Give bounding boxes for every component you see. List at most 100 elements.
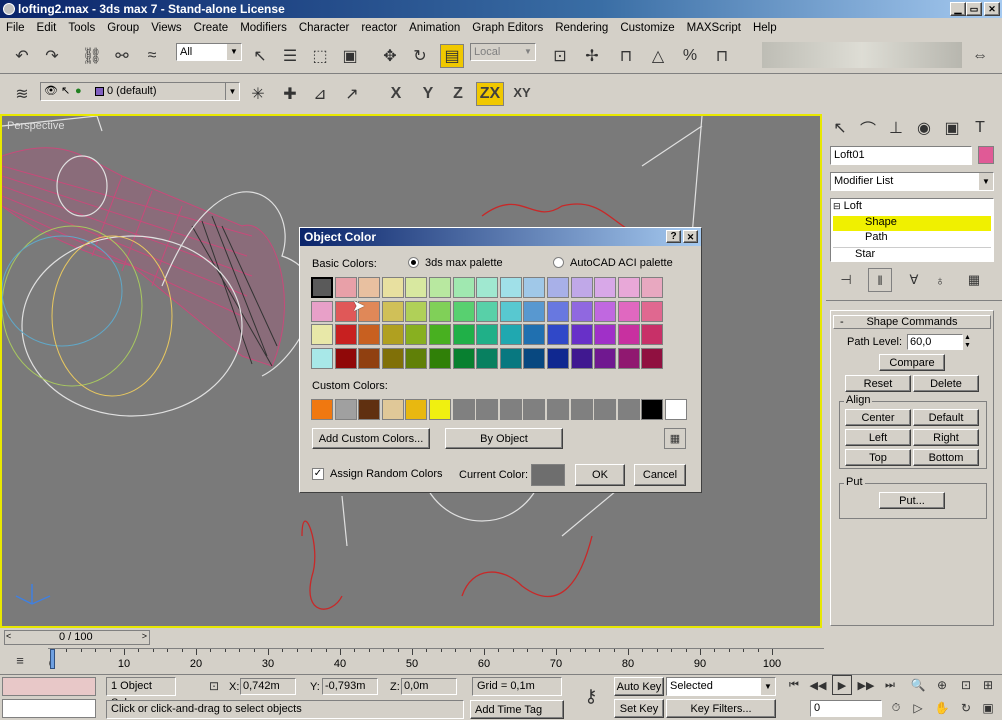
create-tab-icon[interactable]: ↖ xyxy=(828,116,852,140)
reference-coordinate-dropdown[interactable]: Local ▼ xyxy=(470,43,536,61)
scale-icon[interactable]: ▤ xyxy=(440,44,464,68)
object-name-field[interactable]: Loft01 xyxy=(830,146,972,165)
top-button[interactable]: Top xyxy=(845,449,911,466)
basic-color-swatch[interactable] xyxy=(617,347,640,369)
minimize-button[interactable]: ▁ xyxy=(950,2,966,16)
color-picker-icon[interactable]: ▦ xyxy=(664,428,686,449)
rotate-icon[interactable]: ↻ xyxy=(408,44,432,68)
unlink-icon[interactable]: ⚯ xyxy=(110,44,134,68)
stack-item-star[interactable]: Star xyxy=(833,247,991,262)
dialog-close-button[interactable]: ✕ xyxy=(683,230,698,243)
basic-color-swatch[interactable] xyxy=(452,347,475,369)
basic-color-swatch[interactable] xyxy=(334,324,357,345)
basic-color-swatch[interactable] xyxy=(617,277,640,298)
selection-filter-dropdown[interactable]: All ▼ xyxy=(176,43,242,61)
stack-item-path[interactable]: Path xyxy=(833,231,991,246)
set-key-button[interactable]: Set Key xyxy=(614,699,664,718)
menu-tools[interactable]: Tools xyxy=(62,22,101,34)
menu-help[interactable]: Help xyxy=(747,22,783,34)
time-config-icon[interactable]: ⏱ xyxy=(886,698,906,718)
mirror-icon[interactable]: ⇔ xyxy=(968,44,992,68)
key-icon[interactable]: ⚷ xyxy=(576,684,606,708)
basic-color-swatch[interactable] xyxy=(311,324,333,345)
basic-color-swatch[interactable] xyxy=(570,277,593,298)
go-to-start-icon[interactable]: ⏮ xyxy=(784,675,804,695)
basic-color-swatch[interactable] xyxy=(476,324,499,345)
display-tab-icon[interactable]: ▣ xyxy=(940,116,964,140)
basic-color-swatch[interactable] xyxy=(641,347,664,369)
select-by-name-icon[interactable]: ☰ xyxy=(278,44,302,68)
basic-color-swatch[interactable] xyxy=(570,300,593,322)
zoom-extents-all-icon[interactable]: ⊞ xyxy=(978,675,998,695)
maximize-viewport-icon[interactable]: ▣ xyxy=(978,698,998,718)
basic-color-swatch[interactable] xyxy=(617,300,640,322)
zoom-all-icon[interactable]: ⊕ xyxy=(932,675,952,695)
basic-color-swatch[interactable] xyxy=(476,277,499,298)
percent-snap-icon[interactable]: % xyxy=(678,44,702,68)
maxscript-listener[interactable] xyxy=(2,677,96,696)
custom-color-swatch[interactable] xyxy=(547,399,569,420)
basic-color-swatch[interactable] xyxy=(358,324,381,345)
basic-color-swatch[interactable] xyxy=(499,277,522,298)
bind-space-warp-icon[interactable]: ≈ xyxy=(140,44,164,68)
select-link-icon[interactable]: ⛓ xyxy=(80,44,104,68)
create-layer-icon[interactable]: ✳ xyxy=(246,82,270,106)
basic-color-swatch[interactable] xyxy=(381,277,404,298)
basic-color-swatch[interactable] xyxy=(429,324,451,345)
basic-color-swatch[interactable] xyxy=(334,347,357,369)
basic-color-swatch[interactable] xyxy=(547,347,569,369)
play-icon[interactable]: ▶ xyxy=(832,675,852,695)
redo-icon[interactable]: ↷ xyxy=(40,44,64,68)
default-button[interactable]: Default xyxy=(913,409,979,426)
axis-x-button[interactable]: X xyxy=(384,82,408,106)
snap-3d-icon[interactable]: ⊓ xyxy=(614,44,638,68)
basic-color-swatch[interactable] xyxy=(405,300,428,322)
add-time-tag-button[interactable]: Add Time Tag xyxy=(470,700,564,719)
arc-rotate-icon[interactable]: ↻ xyxy=(956,698,976,718)
basic-color-swatch[interactable] xyxy=(358,347,381,369)
center-button[interactable]: Center xyxy=(845,409,911,426)
basic-color-swatch[interactable] xyxy=(405,277,428,298)
current-frame-field[interactable]: 0 xyxy=(810,700,882,717)
basic-color-swatch[interactable] xyxy=(523,347,546,369)
basic-color-swatch[interactable] xyxy=(499,324,522,345)
x-coordinate-field[interactable]: 0,742m xyxy=(240,678,296,695)
modifier-list-dropdown[interactable]: Modifier List ▼ xyxy=(830,172,994,191)
custom-color-swatch[interactable] xyxy=(358,399,381,420)
reset-button[interactable]: Reset xyxy=(845,375,911,392)
basic-color-swatch[interactable] xyxy=(594,347,617,369)
basic-color-swatch[interactable] xyxy=(641,324,664,345)
add-to-layer-icon[interactable]: ✚ xyxy=(278,82,302,106)
custom-color-swatch[interactable] xyxy=(429,399,451,420)
basic-color-swatch[interactable] xyxy=(311,347,333,369)
custom-color-swatch[interactable] xyxy=(665,399,687,420)
pan-icon[interactable]: ✋ xyxy=(932,698,952,718)
configure-sets-icon[interactable]: ▦ xyxy=(962,268,986,292)
basic-color-swatch[interactable] xyxy=(452,277,475,298)
basic-color-swatch[interactable] xyxy=(429,277,451,298)
hierarchy-tab-icon[interactable]: ⊥ xyxy=(884,116,908,140)
basic-color-swatch[interactable] xyxy=(311,300,333,322)
help-button[interactable]: ? xyxy=(666,230,681,243)
basic-color-swatch[interactable] xyxy=(381,347,404,369)
key-filters-button[interactable]: Key Filters... xyxy=(666,699,776,718)
basic-color-swatch[interactable] xyxy=(594,324,617,345)
key-mode-dropdown[interactable]: Selected ▼ xyxy=(666,677,776,696)
track-bar[interactable]: 0102030405060708090100 xyxy=(48,648,824,672)
basic-color-swatch[interactable] xyxy=(523,277,546,298)
menu-graph-editors[interactable]: Graph Editors xyxy=(466,22,549,34)
custom-color-swatch[interactable] xyxy=(452,399,475,420)
spinner-snap-icon[interactable]: ⊓ xyxy=(710,44,734,68)
menu-modifiers[interactable]: Modifiers xyxy=(234,22,293,34)
axis-xy-button[interactable]: XY xyxy=(508,80,536,104)
basic-color-swatch[interactable] xyxy=(570,324,593,345)
acad-palette-radio[interactable] xyxy=(553,257,564,268)
zoom-icon[interactable]: 🔍 xyxy=(908,675,928,695)
custom-color-swatch[interactable] xyxy=(381,399,404,420)
angle-snap-icon[interactable]: △ xyxy=(646,44,670,68)
bottom-button[interactable]: Bottom xyxy=(913,449,979,466)
rectangle-selection-icon[interactable]: ⬚ xyxy=(308,44,332,68)
basic-color-swatch[interactable] xyxy=(617,324,640,345)
add-custom-colors-button[interactable]: Add Custom Colors... xyxy=(312,428,430,449)
layer-dropdown[interactable]: 👁 ↖ ● 0 (default) ▼ xyxy=(40,82,240,101)
